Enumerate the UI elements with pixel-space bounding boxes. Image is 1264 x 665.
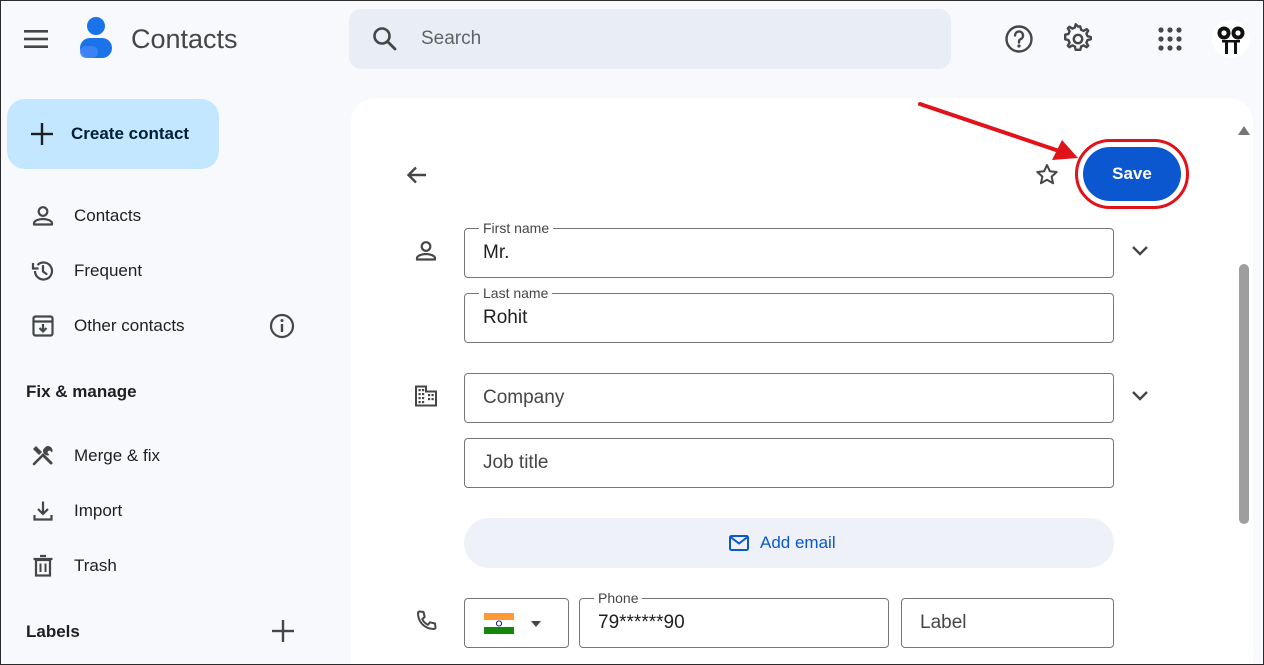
sidebar-item-contacts[interactable]: Contacts <box>0 194 330 238</box>
scrollbar-thumb[interactable] <box>1239 264 1249 524</box>
phone-icon <box>417 610 437 630</box>
sidebar-item-label: Frequent <box>74 261 143 280</box>
company-field[interactable] <box>464 373 1114 423</box>
history-icon <box>31 261 54 281</box>
last-name-field[interactable]: Last name <box>464 285 1114 343</box>
first-name-field[interactable]: First name <box>464 220 1114 278</box>
search-icon[interactable] <box>371 25 399 53</box>
tools-icon <box>32 446 53 466</box>
app-header: Contacts <box>0 0 1264 80</box>
sidebar-item-trash[interactable]: Trash <box>0 544 330 588</box>
country-code-select[interactable] <box>464 598 569 648</box>
labels-heading: Labels <box>26 622 80 641</box>
trash-icon <box>33 554 53 577</box>
job-title-input[interactable] <box>483 449 1099 477</box>
scroll-up-arrow-icon[interactable] <box>1237 124 1251 136</box>
plus-icon <box>31 123 53 145</box>
add-label-plus-icon[interactable] <box>270 618 296 644</box>
sidebar-item-label: Merge & fix <box>74 446 160 465</box>
job-title-field[interactable] <box>464 438 1114 488</box>
person-icon <box>32 206 54 226</box>
sidebar-item-import[interactable]: Import <box>0 489 330 533</box>
chevron-down-icon[interactable] <box>1128 383 1152 407</box>
sidebar-item-label: Contacts <box>74 206 142 225</box>
sidebar-item-label: Trash <box>74 556 117 575</box>
phone-label-field[interactable] <box>901 598 1114 648</box>
sidebar-item-frequent[interactable]: Frequent <box>0 249 330 293</box>
first-name-input[interactable] <box>483 239 1099 267</box>
building-icon <box>415 385 437 407</box>
phone-field[interactable]: Phone <box>579 590 889 648</box>
help-icon[interactable] <box>1002 22 1036 56</box>
add-email-label: Add email <box>760 533 836 552</box>
chevron-down-icon[interactable] <box>1128 238 1152 262</box>
apps-grid-icon[interactable] <box>1156 25 1184 53</box>
last-name-label: Last name <box>479 285 553 301</box>
fix-manage-heading: Fix & manage <box>26 382 137 401</box>
caret-down-icon <box>531 621 541 627</box>
archive-download-icon <box>32 315 54 337</box>
phone-label-input[interactable] <box>920 609 1099 637</box>
mail-icon <box>729 535 749 551</box>
star-icon[interactable] <box>1034 162 1060 188</box>
india-flag-icon <box>484 613 514 634</box>
menu-icon[interactable] <box>20 26 52 52</box>
last-name-input[interactable] <box>483 304 1099 332</box>
create-contact-button[interactable]: Create contact <box>7 99 219 169</box>
add-email-button[interactable]: Add email <box>464 518 1114 568</box>
back-arrow-icon[interactable] <box>404 162 430 188</box>
person-icon <box>415 241 437 261</box>
sidebar-item-label: Import <box>74 501 123 520</box>
download-icon <box>33 501 53 521</box>
sidebar-item-other-contacts[interactable]: Other contacts <box>0 304 330 348</box>
phone-label: Phone <box>594 590 643 606</box>
search-bar[interactable] <box>349 9 951 69</box>
save-button[interactable]: Save <box>1083 147 1181 201</box>
avatar[interactable] <box>1212 20 1250 58</box>
app-title: Contacts <box>131 24 238 54</box>
company-input[interactable] <box>483 384 1099 412</box>
info-icon[interactable] <box>268 312 296 340</box>
contacts-logo-icon <box>80 17 112 58</box>
create-contact-label: Create contact <box>71 124 190 143</box>
first-name-label: First name <box>479 220 554 236</box>
sidebar-item-label: Other contacts <box>74 316 185 335</box>
sidebar-item-merge-fix[interactable]: Merge & fix <box>0 434 330 478</box>
phone-input[interactable] <box>598 609 874 637</box>
search-input[interactable] <box>421 19 921 59</box>
gear-icon[interactable] <box>1061 22 1095 56</box>
